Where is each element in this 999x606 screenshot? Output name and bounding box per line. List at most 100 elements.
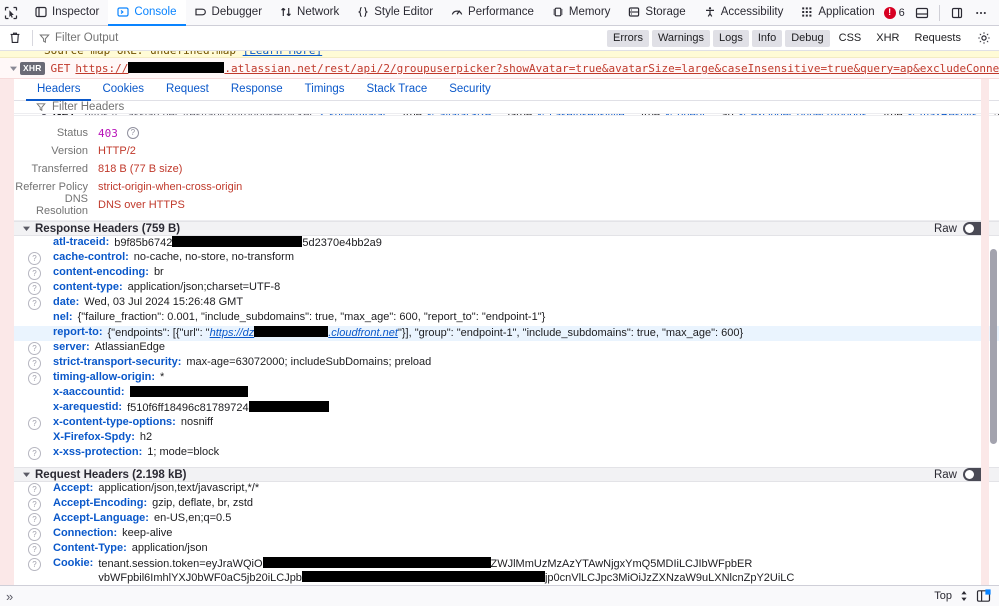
- header-row-x-firefox-spdy[interactable]: ? X-Firefox-Spdy: h2: [14, 431, 999, 446]
- filter-pill-css[interactable]: CSS: [833, 30, 868, 47]
- header-row-accept-encoding[interactable]: ? Accept-Encoding: gzip, deflate, br, zs…: [14, 497, 999, 512]
- header-row-accept[interactable]: ? Accept: application/json,text/javascri…: [14, 482, 999, 497]
- help-icon[interactable]: ?: [28, 357, 41, 370]
- tab-cookies[interactable]: Cookies: [91, 79, 155, 101]
- report-to-url[interactable]: https://dz: [210, 327, 255, 339]
- help-icon[interactable]: ?: [28, 297, 41, 310]
- trash-icon[interactable]: [4, 28, 26, 49]
- tab-stack-trace[interactable]: Stack Trace: [356, 79, 439, 101]
- header-row-cache-control[interactable]: ? cache-control: no-cache, no-store, no-…: [14, 251, 999, 266]
- help-icon[interactable]: ?: [28, 447, 41, 460]
- tab-style-editor[interactable]: Style Editor: [348, 0, 442, 26]
- tab-storage[interactable]: Storage: [619, 0, 694, 26]
- twisty-open-icon[interactable]: [6, 64, 20, 73]
- console-warning-message[interactable]: Source map URL: undefined.map [Learn Mor…: [0, 51, 999, 58]
- help-icon[interactable]: ?: [28, 282, 41, 295]
- filter-pill-errors[interactable]: Errors: [607, 30, 649, 47]
- help-icon[interactable]: ?: [28, 252, 41, 265]
- header-row-x-xss-protection[interactable]: ? x-xss-protection: 1; mode=block: [14, 446, 999, 461]
- header-row-date[interactable]: ? date: Wed, 03 Jul 2024 15:26:48 GMT: [14, 296, 999, 311]
- tab-performance[interactable]: Performance: [442, 0, 543, 26]
- tab-application[interactable]: Application: [792, 0, 883, 26]
- tab-accessibility[interactable]: Accessibility: [695, 0, 793, 26]
- meta-value: 818 B (77 B size): [98, 163, 182, 175]
- request-url-host: .atlassian.net: [224, 62, 317, 75]
- gear-icon[interactable]: [973, 28, 995, 48]
- up-down-arrows-icon[interactable]: [960, 590, 968, 602]
- help-icon[interactable]: ?: [127, 127, 139, 139]
- help-icon[interactable]: ?: [28, 267, 41, 280]
- warning-text: Source map URL: undefined.map: [44, 51, 236, 57]
- header-row-content-type[interactable]: ? content-type: application/json;charset…: [14, 281, 999, 296]
- help-icon[interactable]: ?: [28, 543, 41, 556]
- filter-pill-warnings[interactable]: Warnings: [652, 30, 710, 47]
- header-row-content-type-request[interactable]: ? Content-Type: application/json: [14, 542, 999, 557]
- header-row-x-arequestid[interactable]: ? x-arequestid: f510f6ff18496c81789724: [14, 401, 999, 416]
- help-icon[interactable]: ?: [28, 498, 41, 511]
- filter-pill-xhr[interactable]: XHR: [870, 30, 905, 47]
- dock-panel-icon[interactable]: [946, 2, 968, 24]
- request-detail-panel: Headers Cookies Request Response Timings…: [0, 79, 999, 585]
- header-row-strict-transport-security[interactable]: ? strict-transport-security: max-age=630…: [14, 356, 999, 371]
- help-icon[interactable]: ?: [28, 342, 41, 355]
- header-name: server:: [53, 341, 90, 353]
- header-row-content-encoding[interactable]: ? content-encoding: br: [14, 266, 999, 281]
- tab-debugger[interactable]: Debugger: [186, 0, 272, 26]
- header-value: br: [154, 266, 164, 278]
- header-row-report-to[interactable]: ? report-to: {"endpoints": [{"url": "htt…: [14, 326, 999, 341]
- help-icon[interactable]: ?: [28, 417, 41, 430]
- meta-value: 403: [98, 127, 118, 140]
- meatball-menu-icon[interactable]: [970, 2, 992, 24]
- tab-timings[interactable]: Timings: [294, 79, 356, 101]
- header-row-x-content-type-options[interactable]: ? x-content-type-options: nosniff: [14, 416, 999, 431]
- tab-request[interactable]: Request: [155, 79, 220, 101]
- header-row-nel[interactable]: ? nel: {"failure_fraction": 0.001, "incl…: [14, 311, 999, 326]
- detail-scrollbar[interactable]: [989, 79, 998, 585]
- redacted-value: [263, 557, 491, 568]
- header-row-server[interactable]: ? server: AtlassianEdge: [14, 341, 999, 356]
- tab-security[interactable]: Security: [438, 79, 502, 101]
- help-icon[interactable]: ?: [28, 558, 41, 571]
- chevron-double-right-icon[interactable]: »: [6, 590, 13, 603]
- twisty-open-icon[interactable]: [22, 470, 31, 479]
- header-row-connection[interactable]: ? Connection: keep-alive: [14, 527, 999, 542]
- tab-memory[interactable]: Memory: [543, 0, 620, 26]
- error-count-badge[interactable]: ! 6: [884, 7, 905, 19]
- tab-inspector[interactable]: Inspector: [26, 0, 108, 26]
- element-picker-icon[interactable]: [4, 2, 18, 24]
- response-headers-group-header[interactable]: Response Headers (759 B) Raw: [14, 221, 999, 236]
- split-console-icon[interactable]: [911, 2, 933, 24]
- filter-pill-debug[interactable]: Debug: [785, 30, 829, 47]
- tab-response[interactable]: Response: [220, 79, 294, 101]
- tab-headers[interactable]: Headers: [26, 79, 91, 101]
- header-name: strict-transport-security:: [53, 356, 181, 368]
- header-row-cookie[interactable]: ? Cookie: tenant.session.token=eyJraWQiO…: [14, 557, 999, 585]
- header-row-accept-language[interactable]: ? Accept-Language: en-US,en;q=0.5: [14, 512, 999, 527]
- filter-pill-logs[interactable]: Logs: [713, 30, 749, 47]
- help-icon[interactable]: ?: [28, 483, 41, 496]
- scrollbar-thumb[interactable]: [990, 249, 997, 444]
- tab-network[interactable]: Network: [271, 0, 348, 26]
- help-icon[interactable]: ?: [28, 372, 41, 385]
- learn-more-link[interactable]: [Learn More]: [243, 51, 322, 57]
- header-row-x-aaccountid[interactable]: ? x-aaccountid:: [14, 386, 999, 401]
- help-icon[interactable]: ?: [28, 528, 41, 541]
- filter-pill-requests[interactable]: Requests: [909, 30, 967, 47]
- close-icon[interactable]: [994, 2, 999, 24]
- filter-output-input[interactable]: Filter Output: [39, 29, 605, 48]
- responsive-panel-icon[interactable]: [976, 589, 991, 603]
- header-row-timing-allow-origin[interactable]: ? timing-allow-origin: *: [14, 371, 999, 386]
- memory-icon: [552, 6, 564, 18]
- scroll-position-label[interactable]: Top: [934, 590, 952, 602]
- help-icon[interactable]: ?: [28, 513, 41, 526]
- console-network-request-row[interactable]: XHR GET https://.atlassian.net/rest/api/…: [0, 58, 999, 79]
- filter-pill-info[interactable]: Info: [752, 30, 782, 47]
- request-url[interactable]: https://.atlassian.net/rest/api/2/groupu…: [75, 62, 999, 75]
- request-headers-group-header[interactable]: Request Headers (2.198 kB) Raw: [14, 467, 999, 482]
- header-row-atl-traceid[interactable]: ? atl-traceid: b9f85b67425d2370e4bb2a9: [14, 236, 999, 251]
- twisty-open-icon[interactable]: [22, 224, 31, 233]
- tab-console[interactable]: Console: [108, 0, 185, 26]
- request-type-tag: XHR: [20, 62, 45, 75]
- filter-headers-input[interactable]: Filter Headers: [14, 101, 999, 114]
- performance-icon: [451, 6, 463, 18]
